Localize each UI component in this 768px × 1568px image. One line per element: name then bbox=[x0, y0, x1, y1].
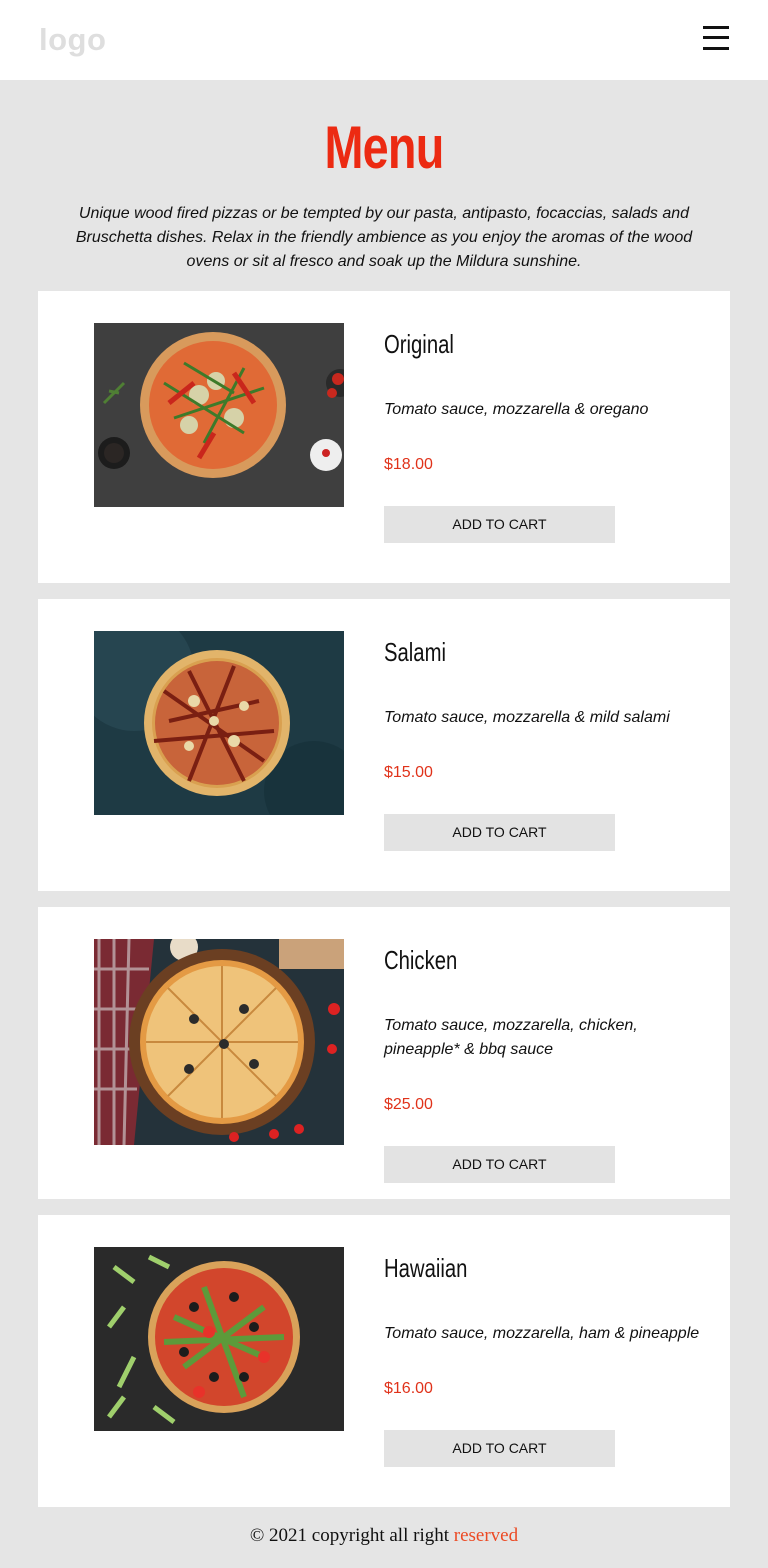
pizza-image-hawaiian bbox=[94, 1247, 344, 1431]
item-description: Tomato sauce, mozzarella, chicken, pinea… bbox=[384, 1017, 638, 1058]
site-header: logo bbox=[0, 0, 768, 80]
menu-item-card-hawaiian: Hawaiian Tomato sauce, mozzarella, ham &… bbox=[38, 1215, 730, 1507]
menu-item-card-original: Original Tomato sauce, mozzarella & oreg… bbox=[38, 291, 730, 583]
logo[interactable]: logo bbox=[39, 22, 106, 58]
menu-intro: Unique wood fired pizzas or be tempted b… bbox=[75, 205, 693, 270]
item-name: Salami bbox=[384, 637, 446, 667]
item-price: $18.00 bbox=[384, 456, 433, 473]
item-price: $25.00 bbox=[384, 1096, 433, 1113]
footer: © 2021 copyright all right reserved bbox=[0, 1525, 768, 1547]
item-description: Tomato sauce, mozzarella, ham & pineappl… bbox=[384, 1325, 700, 1342]
add-to-cart-button[interactable]: ADD TO CART bbox=[384, 1430, 615, 1467]
add-to-cart-button[interactable]: ADD TO CART bbox=[384, 506, 615, 543]
item-name: Hawaiian bbox=[384, 1253, 468, 1283]
copyright-accent-text: reserved bbox=[453, 1525, 519, 1546]
menu-item-card-chicken: Chicken Tomato sauce, mozzarella, chicke… bbox=[38, 907, 730, 1199]
item-price: $15.00 bbox=[384, 764, 433, 781]
copyright-text: © 2021 copyright all right bbox=[249, 1525, 450, 1546]
pizza-image-salami bbox=[94, 631, 344, 815]
hamburger-line bbox=[703, 47, 729, 50]
page-title: Menu bbox=[324, 114, 444, 181]
item-name: Original bbox=[384, 329, 454, 359]
hamburger-line bbox=[703, 26, 729, 29]
item-description: Tomato sauce, mozzarella & oregano bbox=[384, 401, 649, 418]
add-to-cart-button[interactable]: ADD TO CART bbox=[384, 1146, 615, 1183]
hamburger-line bbox=[703, 36, 729, 39]
item-description: Tomato sauce, mozzarella & mild salami bbox=[384, 709, 670, 726]
pizza-image-original bbox=[94, 323, 344, 507]
menu-item-card-salami: Salami Tomato sauce, mozzarella & mild s… bbox=[38, 599, 730, 891]
item-price: $16.00 bbox=[384, 1380, 433, 1397]
add-to-cart-button[interactable]: ADD TO CART bbox=[384, 814, 615, 851]
item-name: Chicken bbox=[384, 945, 458, 975]
hamburger-menu-icon[interactable] bbox=[703, 26, 729, 50]
pizza-image-chicken bbox=[94, 939, 344, 1145]
